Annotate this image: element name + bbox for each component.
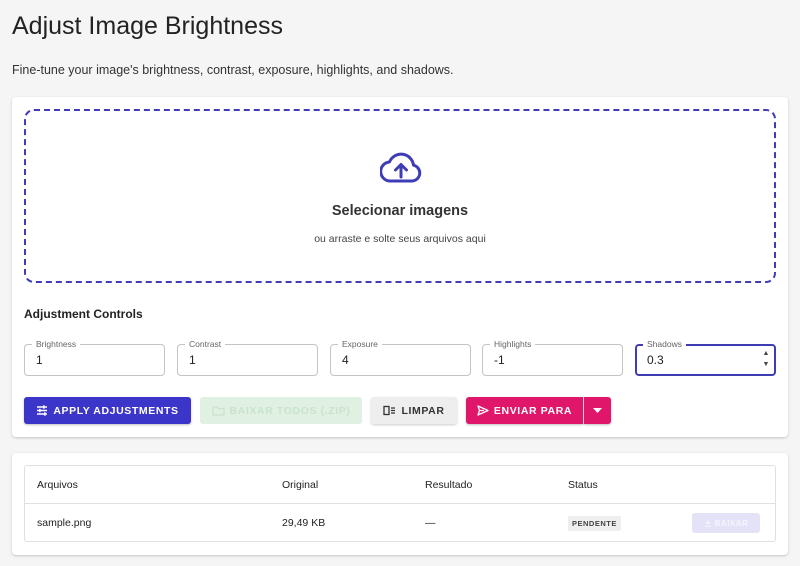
contrast-field: Contrast xyxy=(177,338,318,376)
file-dropzone[interactable]: Selecionar imagens ou arraste e solte se… xyxy=(24,109,776,283)
header-files: Arquivos xyxy=(37,479,78,491)
contrast-input[interactable] xyxy=(189,352,299,368)
download-all-zip-button[interactable]: BAIXAR TODOS (.ZIP) xyxy=(200,397,362,424)
brightness-input[interactable] xyxy=(36,352,146,368)
caret-down-icon xyxy=(593,408,602,413)
tune-icon xyxy=(37,405,48,416)
shadows-field: Shadows ▲ ▼ xyxy=(635,338,776,376)
adjustment-controls-title: Adjustment Controls xyxy=(24,307,143,321)
apply-adjustments-label: APPLY ADJUSTMENTS xyxy=(53,404,179,417)
dropzone-title: Selecionar imagens xyxy=(331,203,469,219)
contrast-label: Contrast xyxy=(185,338,226,350)
clear-label: LIMPAR xyxy=(401,404,445,417)
page-subtitle: Fine-tune your image's brightness, contr… xyxy=(12,63,454,77)
original-size: 29,49 KB xyxy=(282,517,326,529)
exposure-label: Exposure xyxy=(338,338,382,350)
page-title: Adjust Image Brightness xyxy=(12,12,283,40)
send-to-label: ENVIAR PARA xyxy=(493,404,573,417)
send-to-button[interactable]: ENVIAR PARA xyxy=(466,397,583,424)
download-all-zip-label: BAIXAR TODOS (.ZIP) xyxy=(229,404,351,417)
highlights-label: Highlights xyxy=(490,338,536,350)
files-table: Arquivos Original Resultado Status sampl… xyxy=(24,465,776,542)
folder-icon xyxy=(211,406,225,416)
send-icon xyxy=(477,405,489,416)
exposure-input[interactable] xyxy=(342,352,452,368)
header-status: Status xyxy=(568,479,598,491)
apply-adjustments-button[interactable]: APPLY ADJUSTMENTS xyxy=(24,397,191,424)
files-card: Arquivos Original Resultado Status sampl… xyxy=(12,453,788,555)
shadows-input[interactable] xyxy=(647,352,757,368)
brightness-label: Brightness xyxy=(32,338,81,350)
highlights-field: Highlights xyxy=(482,338,623,376)
chevron-up-icon[interactable]: ▲ xyxy=(761,348,771,359)
download-icon xyxy=(704,519,711,527)
exposure-field: Exposure xyxy=(330,338,471,376)
header-result: Resultado xyxy=(425,479,473,491)
highlights-input[interactable] xyxy=(494,352,604,368)
dropzone-subtitle: ou arraste e solte seus arquivos aqui xyxy=(314,233,486,245)
table-header: Arquivos Original Resultado Status xyxy=(25,466,775,504)
shadows-spinner[interactable]: ▲ ▼ xyxy=(761,348,771,372)
shadows-label: Shadows xyxy=(643,338,686,350)
table-row: sample.png 29,49 KB — PENDENTE BAIXAR xyxy=(25,504,775,542)
file-name: sample.png xyxy=(37,517,92,529)
download-button[interactable]: BAIXAR xyxy=(692,513,760,533)
adjust-card: Selecionar imagens ou arraste e solte se… xyxy=(12,97,788,437)
result-size: — xyxy=(425,517,436,529)
chevron-down-icon[interactable]: ▼ xyxy=(761,359,771,370)
clear-button[interactable]: LIMPAR xyxy=(371,397,457,424)
header-original: Original xyxy=(282,479,319,491)
cloud-upload-icon xyxy=(380,152,422,183)
clear-all-icon xyxy=(383,405,396,416)
status-badge: PENDENTE xyxy=(568,516,621,531)
brightness-field: Brightness xyxy=(24,338,165,376)
send-to-menu-button[interactable] xyxy=(584,397,611,424)
download-label: BAIXAR xyxy=(714,518,749,528)
